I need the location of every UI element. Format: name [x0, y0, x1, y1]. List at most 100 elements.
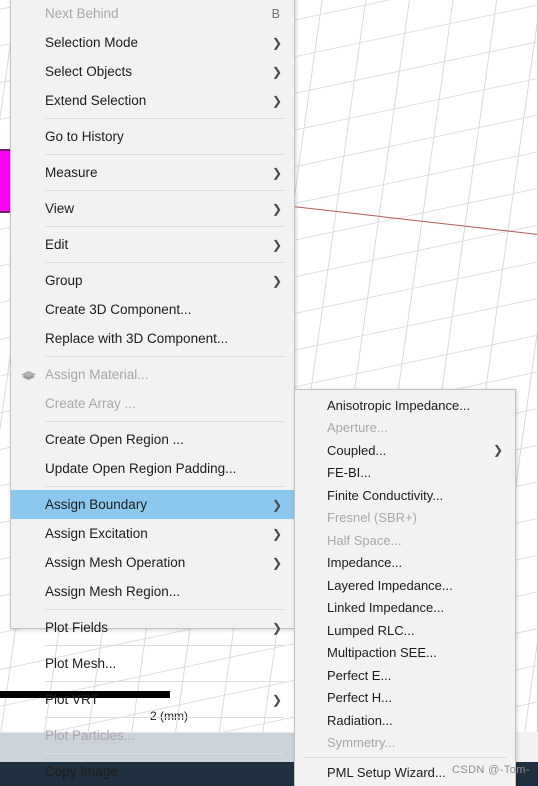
- chevron-right-icon: ❯: [271, 526, 282, 541]
- menu-item-fe-bi[interactable]: FE-BI...: [295, 462, 515, 485]
- menu-item-label: Finite Conductivity...: [327, 487, 444, 503]
- menu-item-assign-mesh-region[interactable]: Assign Mesh Region...: [11, 577, 294, 606]
- menu-item-label: Impedance...: [327, 555, 403, 571]
- menu-item-assign-boundary[interactable]: Assign Boundary ❯: [11, 490, 294, 519]
- menu-item-assign-mesh-operation[interactable]: Assign Mesh Operation ❯: [11, 548, 294, 577]
- menu-item-label: Plot VRT: [45, 692, 99, 707]
- menu-item-assign-material: Assign Material...: [11, 360, 294, 389]
- chevron-right-icon: ❯: [271, 692, 282, 707]
- menu-item-create-array: Create Array ...: [11, 389, 294, 418]
- menu-item-label: Linked Impedance...: [327, 600, 445, 616]
- menu-separator: [45, 645, 284, 646]
- menu-item-aperture: Aperture...: [295, 417, 515, 440]
- menu-item-copy-image[interactable]: Copy Image: [11, 757, 294, 786]
- menu-item-impedance[interactable]: Impedance...: [295, 552, 515, 575]
- chevron-right-icon: ❯: [271, 201, 282, 216]
- chevron-right-icon: ❯: [271, 165, 282, 180]
- menu-item-extend-selection[interactable]: Extend Selection ❯: [11, 86, 294, 115]
- menu-item-label: Go to History: [45, 129, 124, 144]
- menu-item-label: Update Open Region Padding...: [45, 461, 237, 476]
- chevron-right-icon: ❯: [271, 497, 282, 512]
- menu-item-label: Perfect H...: [327, 690, 393, 706]
- chevron-right-icon: ❯: [271, 273, 282, 288]
- menu-item-finite-conductivity[interactable]: Finite Conductivity...: [295, 484, 515, 507]
- menu-item-label: Extend Selection: [45, 93, 147, 108]
- menu-item-assign-excitation[interactable]: Assign Excitation ❯: [11, 519, 294, 548]
- menu-separator: [45, 356, 284, 357]
- menu-item-label: FE-BI...: [327, 465, 372, 481]
- menu-item-label: Copy Image: [45, 764, 118, 779]
- menu-item-label: Plot Particles...: [45, 728, 136, 743]
- chevron-right-icon: ❯: [492, 443, 503, 458]
- menu-item-label: Create 3D Component...: [45, 302, 192, 317]
- menu-item-label: Next Behind: [45, 6, 119, 21]
- menu-item-pml-setup-wizard[interactable]: PML Setup Wizard...: [295, 761, 515, 784]
- chevron-right-icon: ❯: [271, 237, 282, 252]
- menu-item-selection-mode[interactable]: Selection Mode ❯: [11, 28, 294, 57]
- menu-item-plot-vrt[interactable]: Plot VRT ❯: [11, 685, 294, 714]
- menu-item-symmetry: Symmetry...: [295, 732, 515, 755]
- menu-separator: [45, 262, 284, 263]
- menu-item-replace-with-3d-component[interactable]: Replace with 3D Component...: [11, 324, 294, 353]
- menu-separator: [45, 681, 284, 682]
- menu-item-label: Plot Fields: [45, 620, 109, 635]
- menu-item-label: Group: [45, 273, 83, 288]
- menu-item-anisotropic-impedance[interactable]: Anisotropic Impedance...: [295, 394, 515, 417]
- menu-item-label: Create Array ...: [45, 396, 136, 411]
- menu-separator: [303, 757, 507, 758]
- menu-item-linked-impedance[interactable]: Linked Impedance...: [295, 597, 515, 620]
- menu-item-fresnel-sbr: Fresnel (SBR+): [295, 507, 515, 530]
- menu-item-plot-fields[interactable]: Plot Fields ❯: [11, 613, 294, 642]
- menu-item-plot-mesh[interactable]: Plot Mesh...: [11, 649, 294, 678]
- menu-separator: [45, 486, 284, 487]
- menu-item-label: Measure: [45, 165, 98, 180]
- menu-separator: [45, 118, 284, 119]
- menu-item-measure[interactable]: Measure ❯: [11, 158, 294, 187]
- menu-item-view[interactable]: View ❯: [11, 194, 294, 223]
- menu-item-half-space: Half Space...: [295, 529, 515, 552]
- menu-separator: [45, 609, 284, 610]
- menu-item-edit[interactable]: Edit ❯: [11, 230, 294, 259]
- context-menu[interactable]: Next Behind B Selection Mode ❯ Select Object…: [10, 0, 295, 779]
- menu-separator: [45, 717, 284, 718]
- assign-boundary-submenu[interactable]: Anisotropic Impedance... Aperture... Coupl…: [294, 389, 516, 786]
- menu-item-label: Coupled...: [327, 442, 387, 458]
- chevron-right-icon: ❯: [271, 555, 282, 570]
- menu-item-label: Assign Mesh Operation: [45, 555, 186, 570]
- menu-item-coupled[interactable]: Coupled... ❯: [295, 439, 515, 462]
- menu-item-lumped-rlc[interactable]: Lumped RLC...: [295, 619, 515, 642]
- menu-item-plot-particles: Plot Particles...: [11, 721, 294, 750]
- menu-item-label: Perfect E...: [327, 667, 392, 683]
- menu-item-go-to-history[interactable]: Go to History: [11, 122, 294, 151]
- menu-item-select-objects[interactable]: Select Objects ❯: [11, 57, 294, 86]
- menu-item-update-open-region-padding[interactable]: Update Open Region Padding...: [11, 454, 294, 483]
- menu-item-label: Aperture...: [327, 420, 388, 436]
- menu-separator: [45, 226, 284, 227]
- menu-separator: [45, 154, 284, 155]
- menu-item-layered-impedance[interactable]: Layered Impedance...: [295, 574, 515, 597]
- menu-item-radiation[interactable]: Radiation...: [295, 709, 515, 732]
- menu-item-create-open-region[interactable]: Create Open Region ...: [11, 425, 294, 454]
- menu-item-multipaction-see[interactable]: Multipaction SEE...: [295, 642, 515, 665]
- menu-item-label: Select Objects: [45, 64, 133, 79]
- menu-separator: [45, 753, 284, 754]
- menu-item-perfect-e[interactable]: Perfect E...: [295, 664, 515, 687]
- menu-item-label: Assign Excitation: [45, 526, 148, 541]
- menu-item-label: Layered Impedance...: [327, 577, 453, 593]
- menu-item-label: View: [45, 201, 75, 216]
- menu-item-create-3d-component[interactable]: Create 3D Component...: [11, 295, 294, 324]
- menu-item-label: Assign Material...: [45, 367, 149, 382]
- menu-separator: [45, 190, 284, 191]
- menu-item-label: Fresnel (SBR+): [327, 510, 417, 526]
- menu-item-group[interactable]: Group ❯: [11, 266, 294, 295]
- menu-item-label: Assign Mesh Region...: [45, 584, 181, 599]
- menu-item-label: PML Setup Wizard...: [327, 764, 446, 780]
- menu-item-label: Selection Mode: [45, 35, 139, 50]
- menu-item-label: Replace with 3D Component...: [45, 331, 229, 346]
- menu-item-label: Multipaction SEE...: [327, 645, 437, 661]
- menu-item-perfect-h[interactable]: Perfect H...: [295, 687, 515, 710]
- menu-item-label: Edit: [45, 237, 69, 252]
- menu-item-label: Create Open Region ...: [45, 432, 184, 447]
- menu-item-label: Assign Boundary: [45, 497, 148, 512]
- chevron-right-icon: ❯: [271, 35, 282, 50]
